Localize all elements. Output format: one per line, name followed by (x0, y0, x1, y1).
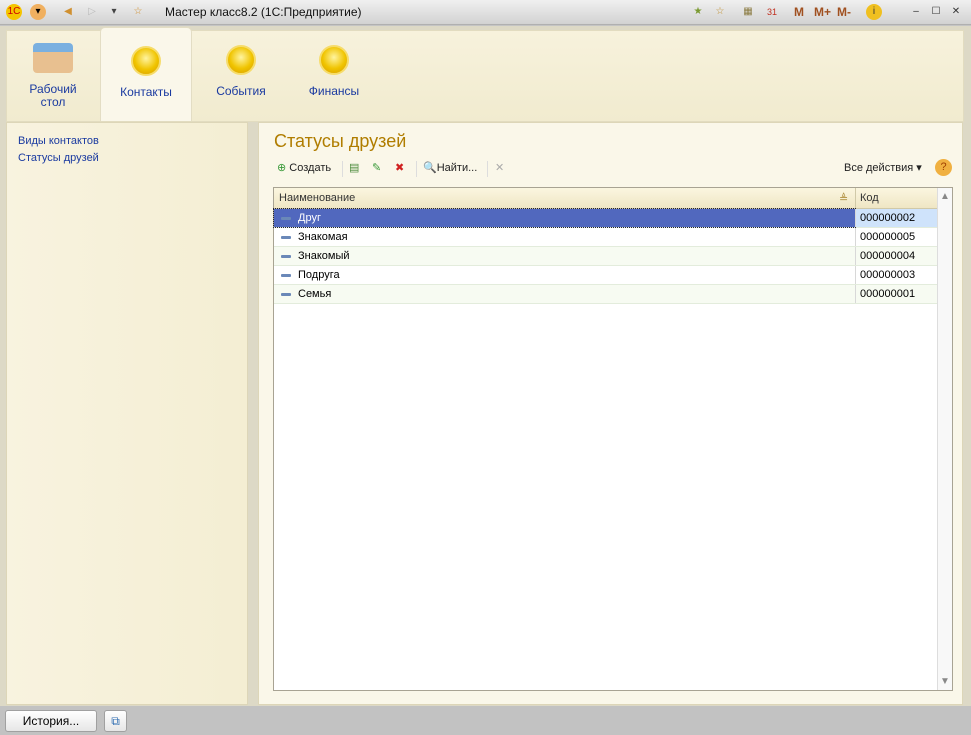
memory-minus-button[interactable]: M- (837, 5, 851, 19)
menu-icon[interactable]: ▾ (30, 4, 46, 20)
row-name: Знакомая (298, 231, 348, 243)
favorites-icon[interactable]: ☆ (712, 4, 728, 20)
toolbar: ⊕ Создать ▤ ✎ ✖ 🔍Найти... ✕ Все действия… (277, 159, 953, 179)
row-code: 000000002 (860, 212, 916, 224)
scroll-up-icon[interactable]: ▲ (938, 191, 952, 202)
maximize-icon[interactable]: ☐ (928, 4, 944, 20)
memory-m-button[interactable]: M (794, 5, 804, 19)
calculator-icon[interactable]: ▦ (740, 4, 756, 20)
row-code: 000000001 (860, 288, 916, 300)
row-code: 000000005 (860, 231, 916, 243)
table-row[interactable]: Знакомый 000000004 (274, 247, 937, 266)
section-label: стол (40, 95, 66, 109)
row-name: Подруга (298, 269, 340, 281)
statuses-table: Наименование ≜ Код Друг 000000002 Знакома… (273, 187, 953, 691)
divider (487, 161, 488, 177)
desktop-lamp-icon (33, 43, 73, 73)
column-code-header[interactable]: Код (860, 192, 879, 204)
section-coin-icon (226, 45, 256, 75)
sections-panel: Рабочий стол Контакты События Финансы (6, 27, 964, 122)
row-code: 000000003 (860, 269, 916, 281)
divider (416, 161, 417, 177)
create-button[interactable]: ⊕ Создать (277, 161, 331, 174)
item-icon (281, 217, 291, 220)
section-label: Финансы (308, 84, 360, 98)
1c-logo-icon[interactable]: 1С (6, 4, 22, 20)
sort-icon[interactable]: ≜ (839, 192, 848, 205)
section-coin-icon (131, 46, 161, 76)
page-title: Статусы друзей (274, 131, 407, 151)
table-header: Наименование ≜ Код (274, 188, 937, 209)
row-name: Друг (298, 212, 321, 224)
column-name-header[interactable]: Наименование (279, 192, 355, 204)
title-bar: 1С ▾ ◀ ▷ ▾ ☆ Мастер класс8.2 (1С:Предпри… (0, 0, 971, 25)
table-row[interactable]: Подруга 000000003 (274, 266, 937, 285)
row-code: 000000004 (860, 250, 916, 262)
section-events[interactable]: События (195, 31, 287, 121)
edit-pencil-icon[interactable]: ✎ (372, 161, 381, 174)
add-favorite-icon[interactable]: ★ (690, 4, 706, 20)
calendar-icon[interactable]: 31 (764, 4, 780, 20)
nav-friend-statuses[interactable]: Статусы друзей (18, 152, 247, 164)
forward-icon[interactable]: ▷ (84, 4, 100, 20)
item-icon (281, 274, 291, 277)
section-label: События (216, 84, 266, 98)
find-button[interactable]: 🔍Найти... (423, 161, 477, 174)
close-icon[interactable]: ✕ (948, 4, 964, 20)
create-label: Создать (289, 162, 332, 174)
scroll-down-icon[interactable]: ▼ (938, 676, 952, 687)
section-coin-icon (319, 45, 349, 75)
table-row[interactable]: Семья 000000001 (274, 285, 937, 304)
row-name: Семья (298, 288, 332, 300)
minimize-icon[interactable]: – (908, 4, 924, 20)
section-label: Контакты (120, 85, 172, 99)
item-icon (281, 293, 291, 296)
windows-icon[interactable]: ⧉ (104, 710, 127, 732)
table-row[interactable]: Друг 000000002 (273, 208, 937, 228)
table-row[interactable]: Знакомая 000000005 (274, 228, 937, 247)
delete-icon[interactable]: ✖ (395, 161, 404, 174)
nav-contact-types[interactable]: Виды контактов (18, 135, 247, 147)
plus-icon: ⊕ (277, 162, 287, 174)
search-icon: 🔍 (423, 162, 437, 174)
find-label: Найти... (436, 162, 478, 174)
window-title: Мастер класс8.2 (1С:Предприятие) (165, 5, 362, 19)
cancel-search-icon[interactable]: ✕ (495, 161, 504, 174)
history-dropdown-icon[interactable]: ▾ (106, 4, 122, 20)
item-icon (281, 255, 291, 258)
help-icon[interactable]: ? (935, 159, 952, 176)
history-button[interactable]: История... (5, 710, 97, 732)
section-finance[interactable]: Финансы (288, 31, 380, 121)
favorites-star-icon[interactable]: ☆ (130, 4, 146, 20)
vertical-scrollbar[interactable]: ▲ ▼ (937, 188, 952, 690)
section-desktop[interactable]: Рабочий стол (7, 31, 99, 121)
section-contacts[interactable]: Контакты (100, 27, 192, 121)
status-bar: История... ⧉ (0, 706, 971, 735)
memory-plus-button[interactable]: M+ (814, 5, 831, 19)
copy-icon[interactable]: ▤ (349, 161, 359, 174)
item-icon (281, 236, 291, 239)
all-actions-button[interactable]: Все действия ▾ (844, 161, 922, 174)
navigation-panel: Виды контактов Статусы друзей (6, 122, 248, 705)
info-icon[interactable]: i (866, 4, 882, 20)
back-icon[interactable]: ◀ (60, 4, 76, 20)
divider (342, 161, 343, 177)
row-name: Знакомый (298, 250, 350, 262)
